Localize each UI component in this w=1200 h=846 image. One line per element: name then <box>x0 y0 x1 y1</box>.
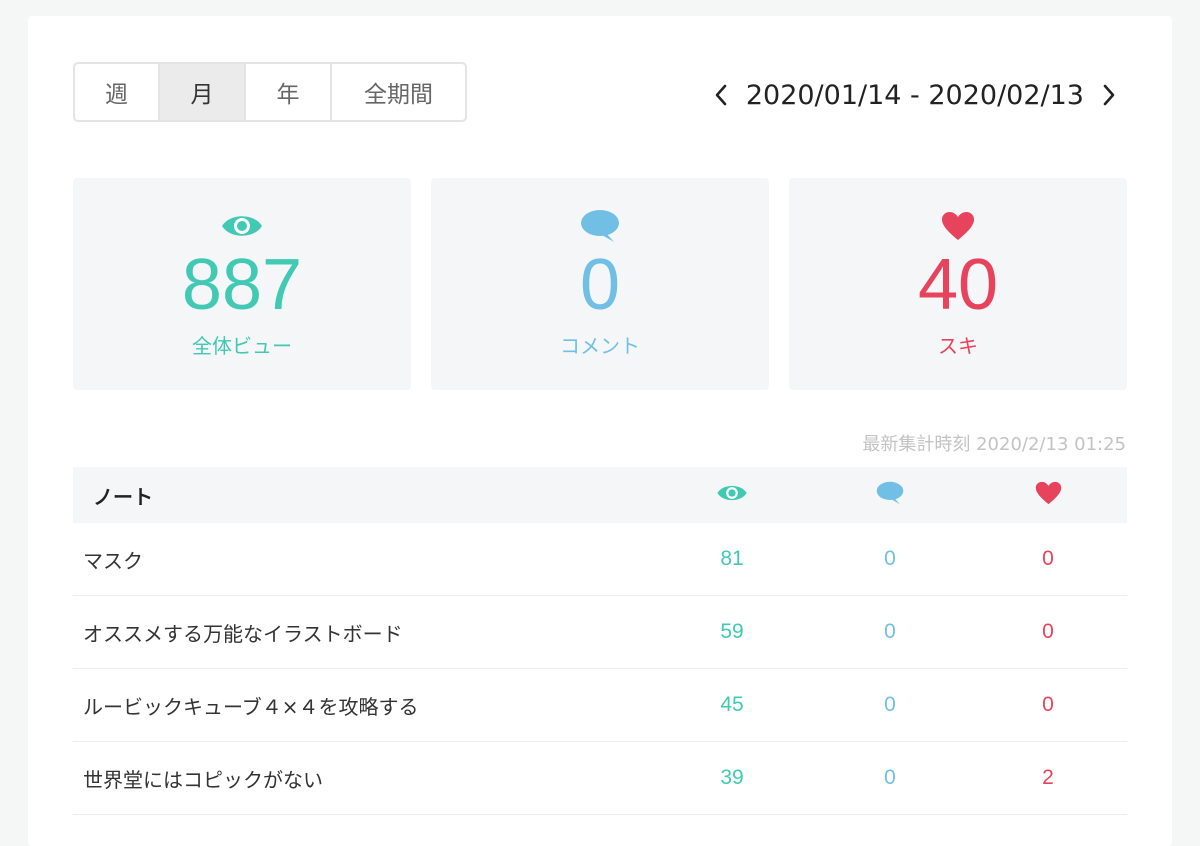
tab-all-time[interactable]: 全期間 <box>332 64 465 120</box>
likes-label: スキ <box>938 334 978 358</box>
likes-total: 40 <box>917 245 999 325</box>
comments-total: 0 <box>579 245 621 325</box>
eye-icon <box>715 482 749 509</box>
note-likes: 2 <box>1042 766 1054 789</box>
last-updated: 最新集計時刻 2020/2/13 01:25 <box>862 434 1126 455</box>
table-header: ノート <box>73 467 1127 523</box>
views-label: 全体ビュー <box>192 334 292 358</box>
note-views: 81 <box>720 547 744 570</box>
notes-table: ノート マスク 81 0 0 オススメする万能なイラストボード 59 0 0 ル… <box>73 467 1127 815</box>
column-views <box>653 482 811 509</box>
heart-icon <box>941 208 975 244</box>
note-views: 59 <box>720 620 744 643</box>
comments-label: コメント <box>560 334 640 358</box>
speech-bubble-icon <box>876 480 904 511</box>
eye-icon <box>220 208 264 244</box>
tab-year[interactable]: 年 <box>246 64 332 120</box>
period-tabs: 週 月 年 全期間 <box>73 62 467 122</box>
table-row[interactable]: オススメする万能なイラストボード 59 0 0 <box>73 596 1127 669</box>
views-total: 887 <box>181 245 303 325</box>
note-comments: 0 <box>884 693 896 716</box>
date-range-text: 2020/01/14 - 2020/02/13 <box>745 79 1084 111</box>
note-title[interactable]: ルービックキューブ４×４を攻略する <box>73 691 653 720</box>
column-likes <box>969 481 1127 510</box>
note-comments: 0 <box>884 547 896 570</box>
note-likes: 0 <box>1042 693 1054 716</box>
chevron-left-icon[interactable] <box>710 81 732 109</box>
column-comments <box>811 480 969 511</box>
note-title[interactable]: オススメする万能なイラストボード <box>73 618 653 647</box>
table-row[interactable]: 世界堂にはコピックがない 39 0 2 <box>73 742 1127 815</box>
note-views: 39 <box>720 766 744 789</box>
date-range-nav: 2020/01/14 - 2020/02/13 <box>710 78 1120 112</box>
heart-icon <box>1035 481 1062 510</box>
note-likes: 0 <box>1042 547 1054 570</box>
note-comments: 0 <box>884 766 896 789</box>
note-likes: 0 <box>1042 620 1054 643</box>
tab-week[interactable]: 週 <box>75 64 160 120</box>
views-stat: 887 全体ビュー <box>73 178 411 390</box>
note-comments: 0 <box>884 620 896 643</box>
note-views: 45 <box>720 693 744 716</box>
comments-stat: 0 コメント <box>431 178 769 390</box>
table-row[interactable]: ルービックキューブ４×４を攻略する 45 0 0 <box>73 669 1127 742</box>
tab-month[interactable]: 月 <box>160 64 246 120</box>
likes-stat: 40 スキ <box>789 178 1127 390</box>
note-title[interactable]: 世界堂にはコピックがない <box>73 764 653 793</box>
chevron-right-icon[interactable] <box>1098 81 1120 109</box>
stats-card: 週 月 年 全期間 2020/01/14 - 2020/02/13 887 全体… <box>28 16 1172 846</box>
speech-bubble-icon <box>580 208 620 244</box>
column-title: ノート <box>93 484 153 509</box>
table-row[interactable]: マスク 81 0 0 <box>73 523 1127 596</box>
note-title[interactable]: マスク <box>73 545 653 574</box>
